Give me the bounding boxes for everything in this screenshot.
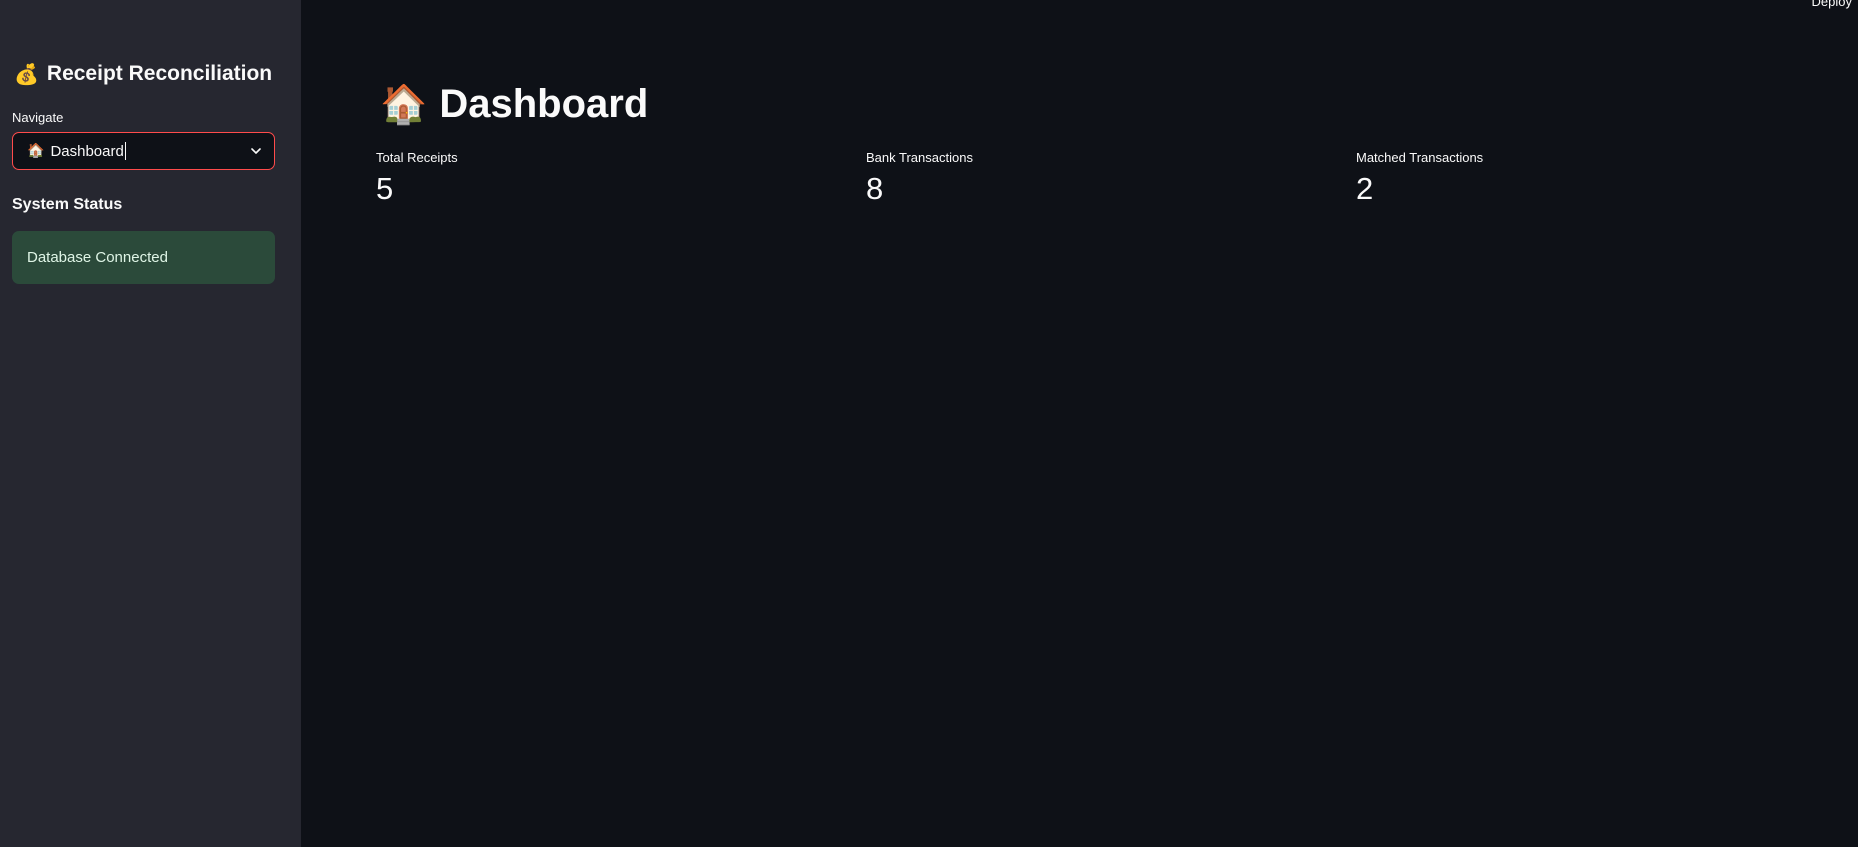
page-title-text: Dashboard bbox=[439, 82, 649, 126]
metric-matched-transactions: Matched Transactions 2 bbox=[1356, 150, 1483, 204]
sidebar-title: 💰 Receipt Reconciliation bbox=[14, 62, 272, 86]
navigate-select-value: Dashboard bbox=[50, 142, 124, 160]
house-icon: 🏠 bbox=[380, 82, 428, 126]
navigate-label: Navigate bbox=[12, 110, 64, 125]
metric-value: 5 bbox=[376, 171, 394, 206]
app-root: 💰 Receipt Reconciliation Navigate 🏠 Dash… bbox=[0, 0, 1858, 847]
metric-total-receipts: Total Receipts 5 bbox=[376, 150, 458, 204]
house-icon: 🏠 bbox=[27, 143, 45, 159]
sidebar-title-text: Receipt Reconciliation bbox=[46, 62, 273, 85]
page-title: 🏠 Dashboard bbox=[380, 82, 648, 127]
metric-bank-transactions: Bank Transactions 8 bbox=[866, 150, 973, 204]
metric-label: Total Receipts bbox=[376, 150, 458, 165]
status-message: Database Connected bbox=[27, 249, 168, 266]
metric-label: Matched Transactions bbox=[1356, 150, 1484, 165]
system-status-heading: System Status bbox=[12, 196, 123, 213]
status-alert-success: Database Connected bbox=[12, 231, 275, 284]
text-cursor bbox=[124, 142, 126, 160]
sidebar: 💰 Receipt Reconciliation Navigate 🏠 Dash… bbox=[0, 0, 301, 847]
metric-value: 8 bbox=[866, 171, 884, 206]
money-bag-icon: 💰 bbox=[14, 62, 39, 86]
chevron-down-icon[interactable] bbox=[250, 145, 262, 157]
navigate-select[interactable]: 🏠 Dashboard bbox=[12, 132, 275, 170]
metric-value: 2 bbox=[1356, 171, 1374, 206]
metric-label: Bank Transactions bbox=[866, 150, 973, 165]
deploy-button[interactable]: Deploy bbox=[1812, 0, 1852, 9]
